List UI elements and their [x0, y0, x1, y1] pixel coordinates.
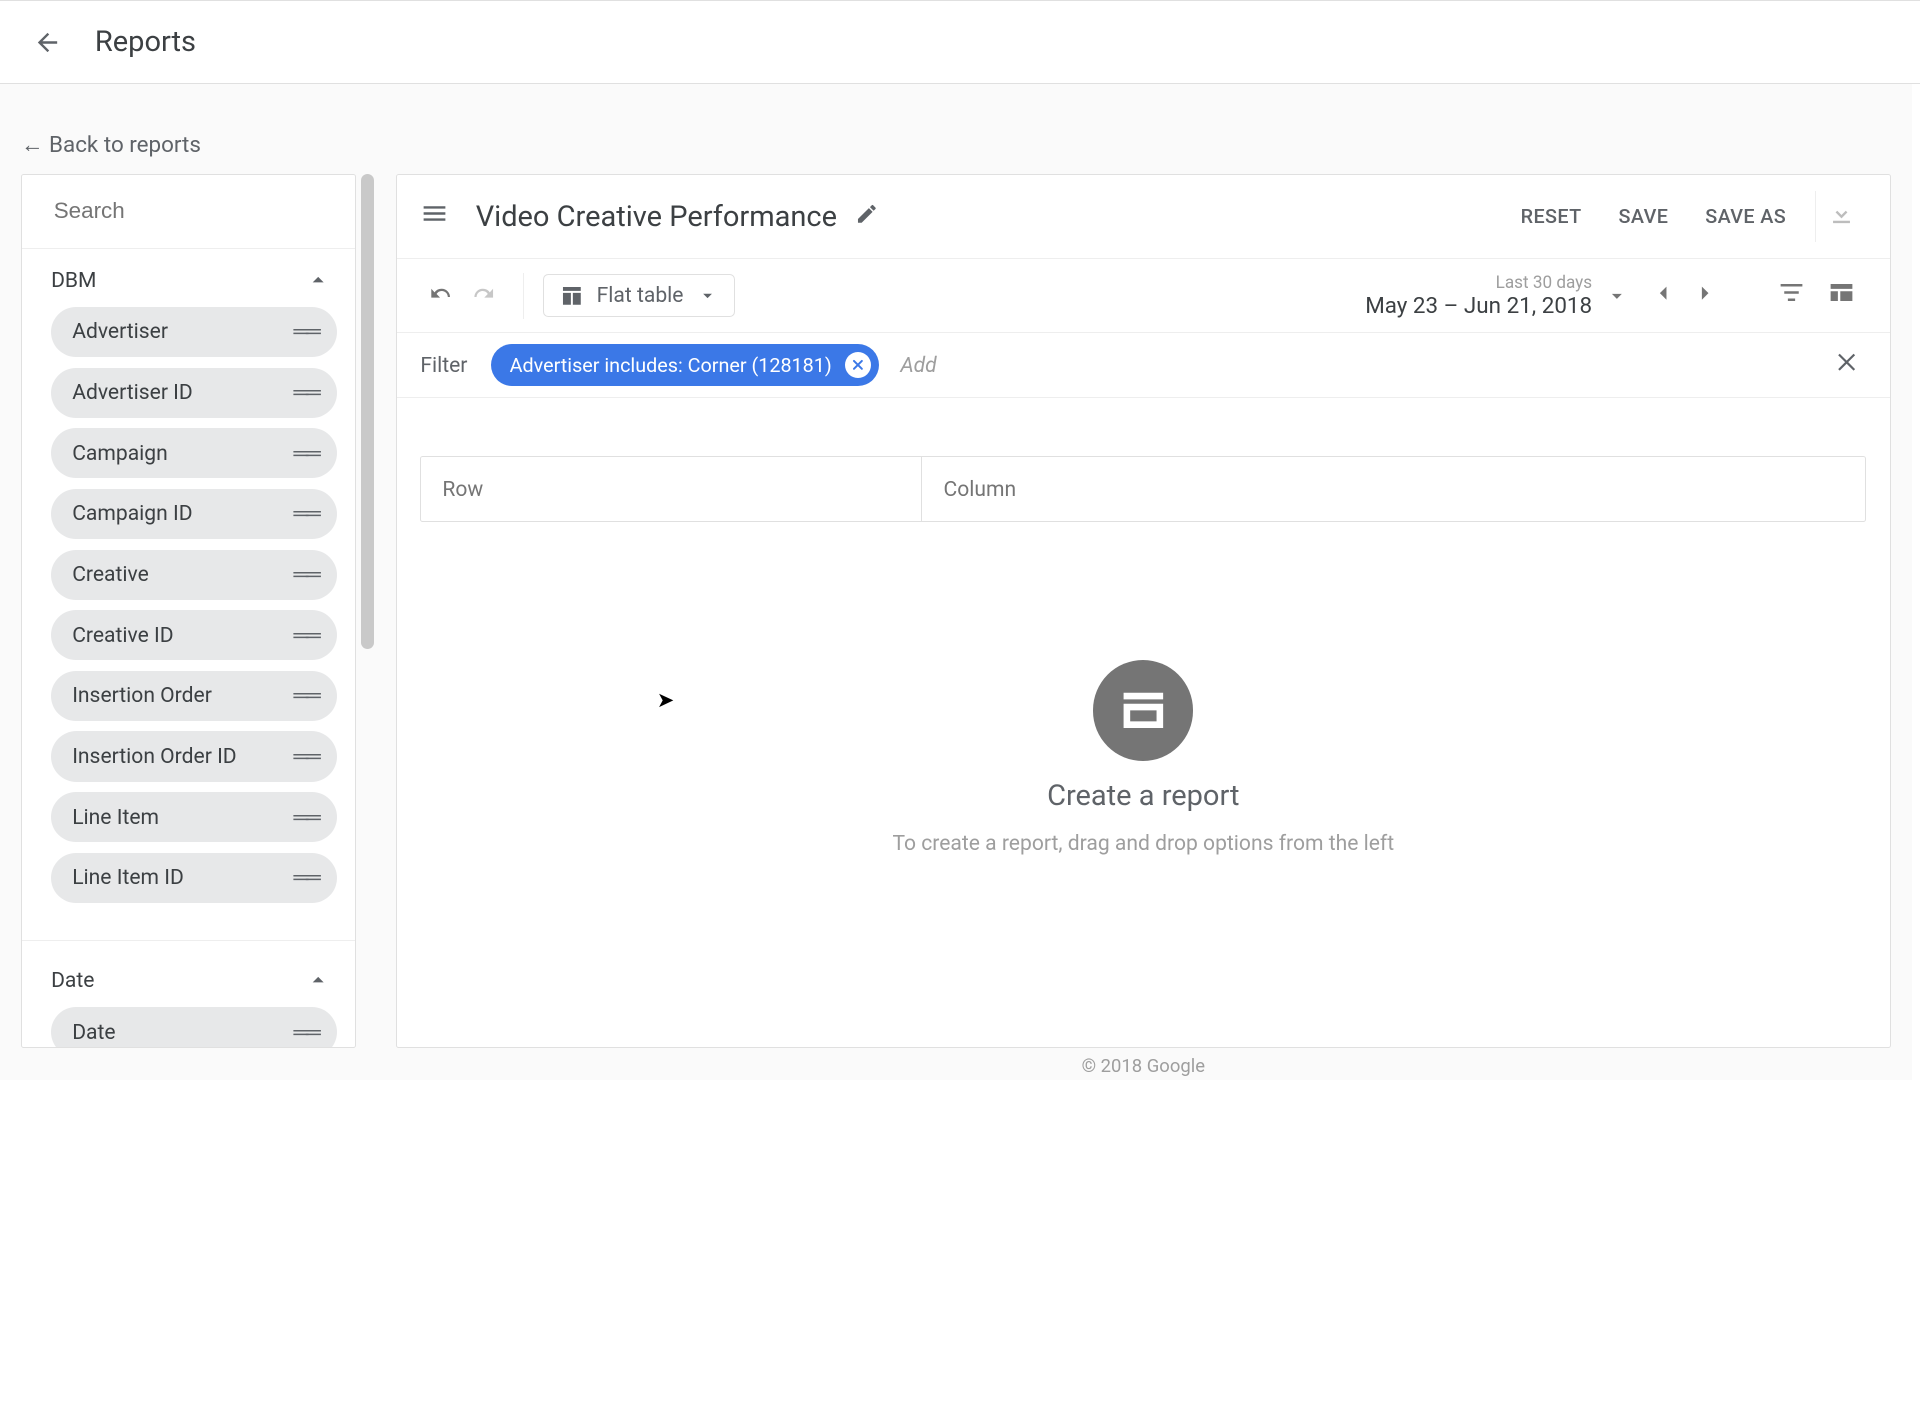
appbar-title: Reports — [95, 25, 196, 59]
view-type-label: Flat table — [597, 283, 684, 308]
chip-label: Campaign ID — [72, 501, 192, 526]
field-chip[interactable]: Creative ══ — [51, 550, 336, 600]
field-groups[interactable]: DBM Advertiser ══ Advertiser ID ══ Campaig… — [22, 249, 355, 1047]
drag-handle-icon: ══ — [294, 380, 319, 405]
empty-state-icon-wrap — [1093, 660, 1193, 760]
chip-label: Creative — [72, 562, 149, 587]
close-icon — [850, 357, 866, 373]
field-chip[interactable]: Creative ID ══ — [51, 610, 336, 660]
empty-heading: Create a report — [1047, 779, 1239, 813]
empty-subtext: To create a report, drag and drop option… — [892, 831, 1394, 856]
save-button[interactable]: SAVE — [1600, 195, 1687, 239]
field-chip[interactable]: Line Item ══ — [51, 792, 336, 842]
field-chip[interactable]: Insertion Order ══ — [51, 671, 336, 721]
chevron-down-icon[interactable] — [1605, 284, 1629, 308]
filter-chip-text: Advertiser includes: Corner (128181) — [510, 354, 832, 377]
filter-toggle-button[interactable] — [1766, 270, 1816, 321]
group-header-dbm[interactable]: DBM — [22, 249, 355, 307]
fields-sidebar: DBM Advertiser ══ Advertiser ID ══ Campaig… — [21, 174, 356, 1048]
menu-icon — [420, 199, 449, 228]
drag-handle-icon: ══ — [294, 501, 319, 526]
save-as-button[interactable]: SAVE AS — [1687, 195, 1805, 239]
drag-handle-icon: ══ — [294, 623, 319, 648]
layout-toggle-button[interactable] — [1816, 270, 1866, 321]
drag-handle-icon: ══ — [294, 562, 319, 587]
date-range-display[interactable]: Last 30 days May 23 – Jun 21, 2018 — [1365, 273, 1592, 319]
table-icon — [560, 284, 584, 308]
date-prev-button[interactable] — [1642, 272, 1684, 320]
field-chip[interactable]: Campaign ══ — [51, 428, 336, 478]
field-chip[interactable]: Line Item ID ══ — [51, 853, 336, 903]
chevron-left-icon — [1650, 280, 1676, 306]
filter-bar: Filter Advertiser includes: Corner (1281… — [397, 333, 1890, 398]
date-next-button[interactable] — [1684, 272, 1726, 320]
view-type-selector[interactable]: Flat table — [543, 274, 735, 317]
redo-icon — [470, 280, 496, 306]
field-chip[interactable]: Date ══ — [51, 1007, 336, 1047]
undo-button[interactable] — [420, 272, 462, 320]
report-canvas: Video Creative Performance RESET SAVE SA… — [396, 174, 1891, 1048]
chip-label: Insertion Order ID — [72, 744, 236, 769]
field-search — [22, 175, 355, 249]
undo-icon — [428, 280, 454, 306]
chip-label: Advertiser — [72, 319, 168, 344]
report-titlebar: Video Creative Performance RESET SAVE SA… — [397, 175, 1890, 259]
layout-icon — [1827, 278, 1856, 307]
chip-label: Advertiser ID — [72, 380, 193, 405]
sidebar-scrollbar-thumb[interactable] — [361, 174, 374, 649]
chip-label: Creative ID — [72, 623, 173, 648]
drag-handle-icon: ══ — [294, 319, 319, 344]
drag-handle-icon: ══ — [294, 683, 319, 708]
close-icon — [1835, 349, 1861, 375]
field-chip[interactable]: Campaign ID ══ — [51, 489, 336, 539]
field-chip[interactable]: Insertion Order ID ══ — [51, 731, 336, 781]
filter-chip[interactable]: Advertiser includes: Corner (128181) — [491, 344, 879, 386]
empty-state: Create a report To create a report, drag… — [397, 469, 1890, 1047]
redo-button — [463, 272, 505, 320]
group-label: DBM — [51, 268, 96, 293]
chip-label: Insertion Order — [72, 683, 212, 708]
page-scrollbar[interactable] — [1912, 84, 1920, 1080]
reset-button[interactable]: RESET — [1502, 195, 1600, 239]
drag-handle-icon: ══ — [294, 744, 319, 769]
chevron-right-icon — [1692, 280, 1718, 306]
group-label: Date — [51, 968, 94, 993]
search-input[interactable] — [54, 198, 342, 224]
hamburger-button[interactable] — [420, 199, 449, 234]
date-range-value: May 23 – Jun 21, 2018 — [1365, 293, 1592, 319]
filter-icon — [1777, 278, 1806, 307]
chip-label: Date — [72, 1020, 115, 1045]
chip-label: Line Item ID — [72, 865, 184, 890]
drag-handle-icon: ══ — [294, 441, 319, 466]
back-to-reports-link[interactable]: ← Back to reports — [21, 132, 201, 158]
date-range-label: Last 30 days — [1365, 273, 1592, 293]
filter-chip-remove[interactable] — [845, 352, 871, 378]
drag-handle-icon: ══ — [294, 1020, 319, 1045]
drag-handle-icon: ══ — [294, 865, 319, 890]
back-arrow-button[interactable] — [26, 21, 68, 63]
footer-copyright: © 2018 Google — [396, 1055, 1891, 1077]
group-header-date[interactable]: Date — [22, 949, 355, 1007]
chevron-up-icon — [305, 267, 331, 293]
app-bar: Reports — [0, 0, 1920, 84]
chip-label: Line Item — [72, 805, 159, 830]
chip-label: Campaign — [72, 441, 168, 466]
chevron-up-icon — [305, 967, 331, 993]
drag-handle-icon: ══ — [294, 805, 319, 830]
filter-label: Filter — [420, 353, 467, 378]
arrow-left-icon — [33, 28, 62, 57]
chevron-down-icon — [697, 285, 718, 306]
field-chip[interactable]: Advertiser ID ══ — [51, 368, 336, 418]
report-title: Video Creative Performance — [476, 200, 837, 234]
report-toolbar: Flat table Last 30 days May 23 – Jun 21,… — [397, 259, 1890, 333]
close-filterbar-button[interactable] — [1829, 344, 1866, 387]
download-icon — [1827, 199, 1856, 228]
add-filter-button[interactable]: Add — [900, 353, 936, 378]
edit-title-button[interactable] — [855, 202, 879, 232]
download-button[interactable] — [1815, 191, 1866, 242]
pencil-icon — [855, 202, 879, 226]
report-icon — [1117, 684, 1170, 737]
field-chip[interactable]: Advertiser ══ — [51, 307, 336, 357]
